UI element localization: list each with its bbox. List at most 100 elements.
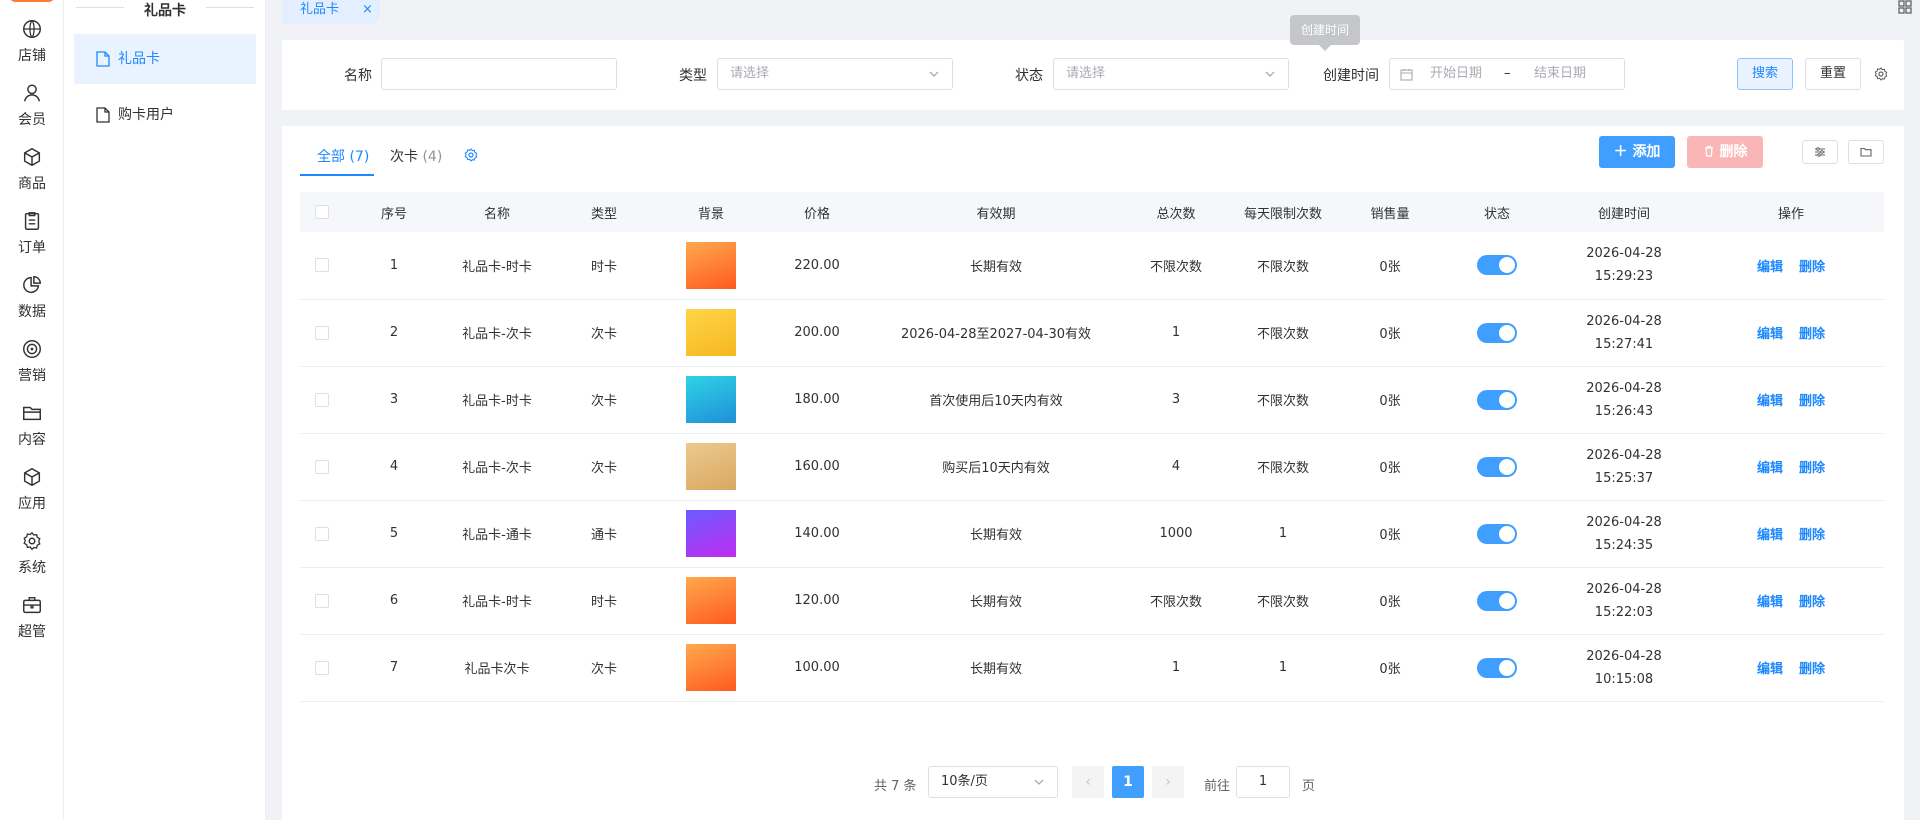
status-toggle[interactable]: [1477, 590, 1517, 611]
nav-item-admin[interactable]: 超管: [0, 594, 64, 650]
card-background-thumbnail[interactable]: [686, 309, 736, 356]
nav-item-order[interactable]: 订单: [0, 210, 64, 266]
sub-item-gift-card[interactable]: 礼品卡: [74, 34, 256, 84]
row-name: 礼品卡-次卡: [462, 461, 532, 476]
page-size-select[interactable]: 10条/页: [928, 766, 1058, 798]
row-daily: 不限次数: [1256, 259, 1309, 275]
nav-item-goods[interactable]: 商品: [0, 146, 64, 202]
row-checkbox[interactable]: [315, 660, 329, 675]
status-select[interactable]: 请选择: [1053, 58, 1289, 90]
row-checkbox[interactable]: [315, 526, 329, 541]
status-toggle[interactable]: [1477, 322, 1517, 343]
page-tab-label: 礼品卡: [300, 2, 340, 17]
status-toggle[interactable]: [1477, 255, 1517, 276]
row-checkbox[interactable]: [315, 392, 329, 407]
grid-menu-icon[interactable]: [1898, 0, 1912, 14]
edit-link[interactable]: 编辑: [1757, 327, 1783, 342]
card-background-thumbnail[interactable]: [686, 510, 736, 557]
page-number-current[interactable]: 1: [1112, 766, 1144, 798]
goto-page-input[interactable]: 1: [1236, 766, 1290, 798]
edit-link[interactable]: 编辑: [1757, 461, 1783, 476]
table-row: 7 礼品卡次卡 次卡 100.00 长期有效 1 1 0张 2026-04-28…: [300, 634, 1884, 701]
next-page-button[interactable]: ›: [1152, 766, 1184, 798]
page-tab-gift-card[interactable]: 礼品卡 ×: [282, 0, 380, 24]
app-icon: [23, 467, 41, 487]
row-checkbox[interactable]: [315, 593, 329, 608]
delete-link[interactable]: 删除: [1799, 461, 1825, 476]
row-checkbox[interactable]: [315, 325, 329, 340]
nav-item-data[interactable]: 数据: [0, 274, 64, 330]
end-date-placeholder: 结束日期: [1534, 66, 1587, 81]
status-toggle[interactable]: [1477, 657, 1517, 678]
tab-all[interactable]: 全部 (7): [317, 146, 369, 166]
row-price: 120.00: [794, 593, 840, 608]
row-created-time: 15:29:23: [1594, 269, 1654, 285]
delete-link[interactable]: 删除: [1799, 260, 1825, 275]
edit-link[interactable]: 编辑: [1757, 260, 1783, 275]
sub-item-card-buyers[interactable]: 购卡用户: [74, 90, 256, 140]
edit-link[interactable]: 编辑: [1757, 528, 1783, 543]
tab-settings-icon[interactable]: [463, 147, 479, 163]
created-time-filter-label: 创建时间: [1323, 68, 1379, 84]
delete-link[interactable]: 删除: [1799, 528, 1825, 543]
edit-link[interactable]: 编辑: [1757, 394, 1783, 409]
select-all-checkbox[interactable]: [315, 205, 329, 219]
name-input[interactable]: [381, 58, 617, 90]
row-total: 3: [1171, 392, 1181, 407]
card-background-thumbnail[interactable]: [686, 443, 736, 490]
nav-item-app[interactable]: 应用: [0, 466, 64, 522]
reset-button[interactable]: 重置: [1805, 58, 1861, 90]
prev-page-button[interactable]: ‹: [1072, 766, 1104, 798]
column-header: 总次数: [1156, 206, 1196, 222]
row-sales: 0张: [1379, 259, 1401, 275]
status-toggle[interactable]: [1477, 523, 1517, 544]
search-button[interactable]: 搜索: [1737, 58, 1793, 90]
status-toggle[interactable]: [1477, 456, 1517, 477]
card-background-thumbnail[interactable]: [686, 644, 736, 691]
row-total: 1: [1171, 325, 1181, 340]
card-background-thumbnail[interactable]: [686, 577, 736, 624]
column-filter-button[interactable]: [1802, 140, 1838, 164]
folder-button[interactable]: [1848, 140, 1884, 164]
nav-item-store[interactable]: 店铺: [0, 18, 64, 74]
row-actions: 编辑 删除: [1698, 232, 1884, 299]
row-daily: 不限次数: [1256, 595, 1309, 610]
delete-link[interactable]: 删除: [1799, 327, 1825, 342]
bulk-delete-button[interactable]: 删除: [1687, 136, 1763, 168]
delete-link[interactable]: 删除: [1799, 662, 1825, 677]
type-select[interactable]: 请选择: [717, 58, 953, 90]
close-icon[interactable]: ×: [362, 0, 373, 20]
status-toggle[interactable]: [1477, 389, 1517, 410]
chevron-down-icon: [1265, 71, 1275, 77]
nav-item-marketing[interactable]: 营销: [0, 338, 64, 394]
row-created: 2026-04-28 15:26:43: [1550, 366, 1698, 433]
card-background-thumbnail[interactable]: [686, 241, 736, 289]
column-header: 创建时间: [1597, 206, 1650, 222]
row-checkbox[interactable]: [315, 459, 329, 474]
card-background-thumbnail[interactable]: [686, 376, 736, 423]
row-bg-cell: [658, 366, 764, 433]
row-name: 礼品卡-时卡: [462, 394, 532, 409]
table-row: 3 礼品卡-时卡 次卡 180.00 首次使用后10天内有效 3 不限次数 0张…: [300, 366, 1884, 433]
row-select-cell: [300, 366, 344, 433]
nav-item-content[interactable]: 内容: [0, 402, 64, 458]
status-select-placeholder: 请选择: [1066, 66, 1106, 81]
nav-label: 营销: [18, 368, 46, 384]
row-price: 220.00: [794, 257, 840, 273]
date-range-picker[interactable]: 开始日期 – 结束日期: [1389, 58, 1625, 90]
nav-item-system[interactable]: 系统: [0, 530, 64, 586]
start-date-placeholder: 开始日期: [1430, 66, 1483, 81]
delete-link[interactable]: 删除: [1799, 595, 1825, 610]
edit-link[interactable]: 编辑: [1757, 595, 1783, 610]
row-checkbox[interactable]: [315, 258, 329, 273]
tab-count-card[interactable]: 次卡 (4): [390, 146, 442, 166]
row-total: 1000: [1159, 526, 1193, 541]
row-total: 不限次数: [1149, 259, 1202, 275]
document-icon: [96, 51, 110, 67]
delete-link[interactable]: 删除: [1799, 394, 1825, 409]
gear-icon[interactable]: [1873, 66, 1889, 82]
nav-item-member[interactable]: 会员: [0, 82, 64, 138]
add-button[interactable]: ＋ 添加: [1599, 136, 1675, 168]
trash-icon: [1704, 145, 1713, 157]
edit-link[interactable]: 编辑: [1757, 662, 1783, 677]
